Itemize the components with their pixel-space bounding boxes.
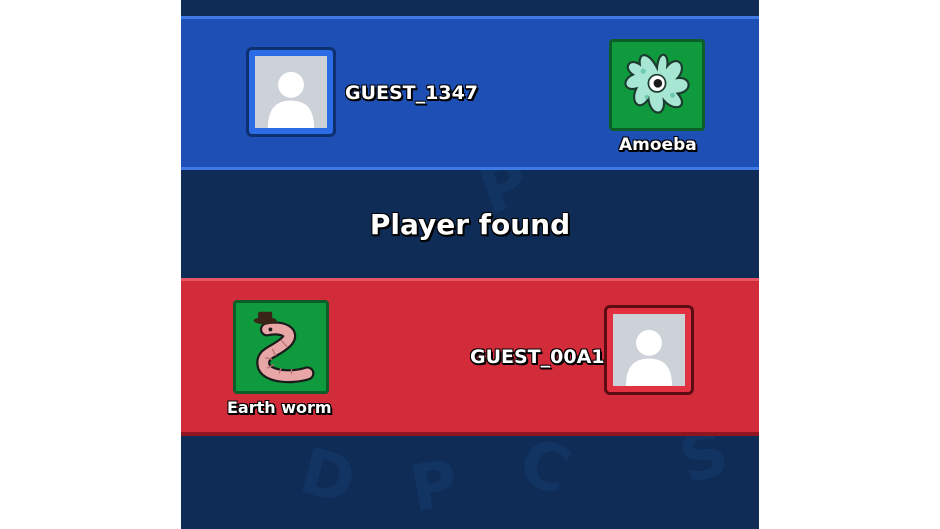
monster-card[interactable]: [233, 300, 329, 394]
player-avatar[interactable]: [604, 305, 694, 395]
blue-team-panel: GUEST_1347 Amoeba: [181, 16, 759, 170]
amoeba-icon: [614, 42, 700, 128]
player-name: GUEST_00A1: [470, 346, 605, 368]
monster-card[interactable]: [609, 39, 705, 131]
page-title: Player found: [369, 208, 571, 241]
background-pattern: P: [404, 446, 464, 528]
default-profile-icon: [613, 314, 685, 386]
player-name: GUEST_1347: [345, 82, 479, 104]
player-avatar[interactable]: [246, 47, 336, 137]
red-team-panel: Earth worm GUEST_00A1: [181, 278, 759, 436]
match-screen: P D P C S GUEST_1347 Amoeba Player found…: [181, 0, 759, 529]
monster-name: Earth worm: [227, 398, 332, 417]
earthworm-icon: [237, 303, 325, 391]
background-pattern: D: [292, 434, 363, 520]
default-profile-icon: [255, 56, 327, 128]
background-pattern: C: [509, 424, 580, 510]
monster-name: Amoeba: [619, 135, 697, 155]
